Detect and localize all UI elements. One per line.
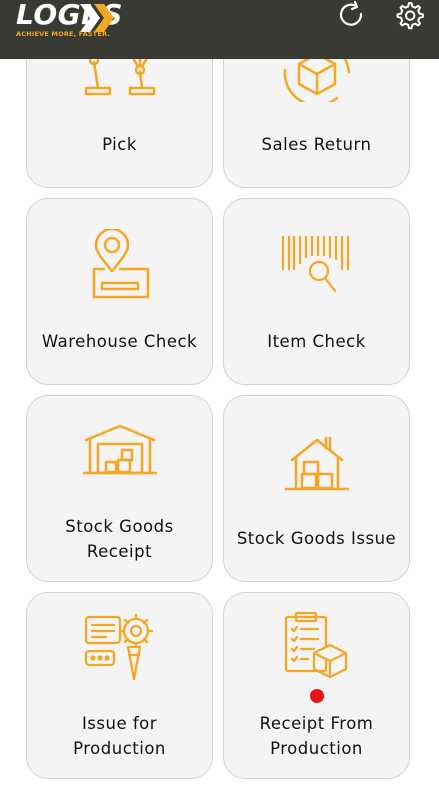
tile-label: Item Check — [267, 332, 366, 351]
logo-tagline: ACHIEVE MORE, FASTER. — [16, 30, 111, 38]
logiks-logo: LOGI S ACHIEVE MORE, FASTER. — [14, 0, 139, 42]
tile-label: Receipt From Production — [230, 711, 403, 761]
notification-badge — [310, 689, 324, 703]
gear-icon — [396, 2, 424, 30]
tile-label: Pick — [102, 135, 137, 154]
clipboard-box-icon — [284, 611, 347, 679]
tile-receipt-from-production[interactable]: Receipt From Production — [223, 592, 410, 779]
tile-label: Warehouse Check — [41, 332, 198, 351]
app-header: LOGI S ACHIEVE MORE, FASTER. — [0, 0, 439, 59]
tile-label: Stock Goods Issue — [236, 529, 397, 548]
production-gear-icon — [84, 613, 153, 681]
warehouse-boxes-icon — [284, 436, 349, 491]
tile-label-line: Stock Goods — [65, 517, 174, 536]
refresh-button[interactable] — [335, 0, 367, 32]
barcode-search-icon — [281, 235, 349, 293]
settings-button[interactable] — [394, 0, 426, 32]
tile-label: Stock Goods Receipt — [33, 514, 206, 564]
tile-issue-for-production[interactable]: Issue for Production — [26, 592, 213, 779]
tile-stock-goods-issue[interactable]: Stock Goods Issue — [223, 395, 410, 582]
tile-label-line: Receipt From — [259, 714, 374, 733]
tile-label-line: Production — [73, 739, 166, 758]
menu-grid: Pick Sales Return Warehouse Check Item C… — [0, 0, 439, 805]
warehouse-icon — [82, 424, 157, 475]
tile-stock-goods-receipt[interactable]: Stock Goods Receipt — [26, 395, 213, 582]
refresh-icon — [339, 0, 363, 26]
tile-label-line: Issue for — [81, 714, 158, 733]
location-pin-icon — [92, 229, 149, 299]
tile-label: Sales Return — [261, 135, 372, 154]
tile-item-check[interactable]: Item Check — [223, 198, 410, 385]
tile-label-line: Production — [270, 739, 363, 758]
tile-warehouse-check[interactable]: Warehouse Check — [26, 198, 213, 385]
tile-label-line: Receipt — [86, 542, 153, 561]
tile-label: Issue for Production — [33, 711, 206, 761]
